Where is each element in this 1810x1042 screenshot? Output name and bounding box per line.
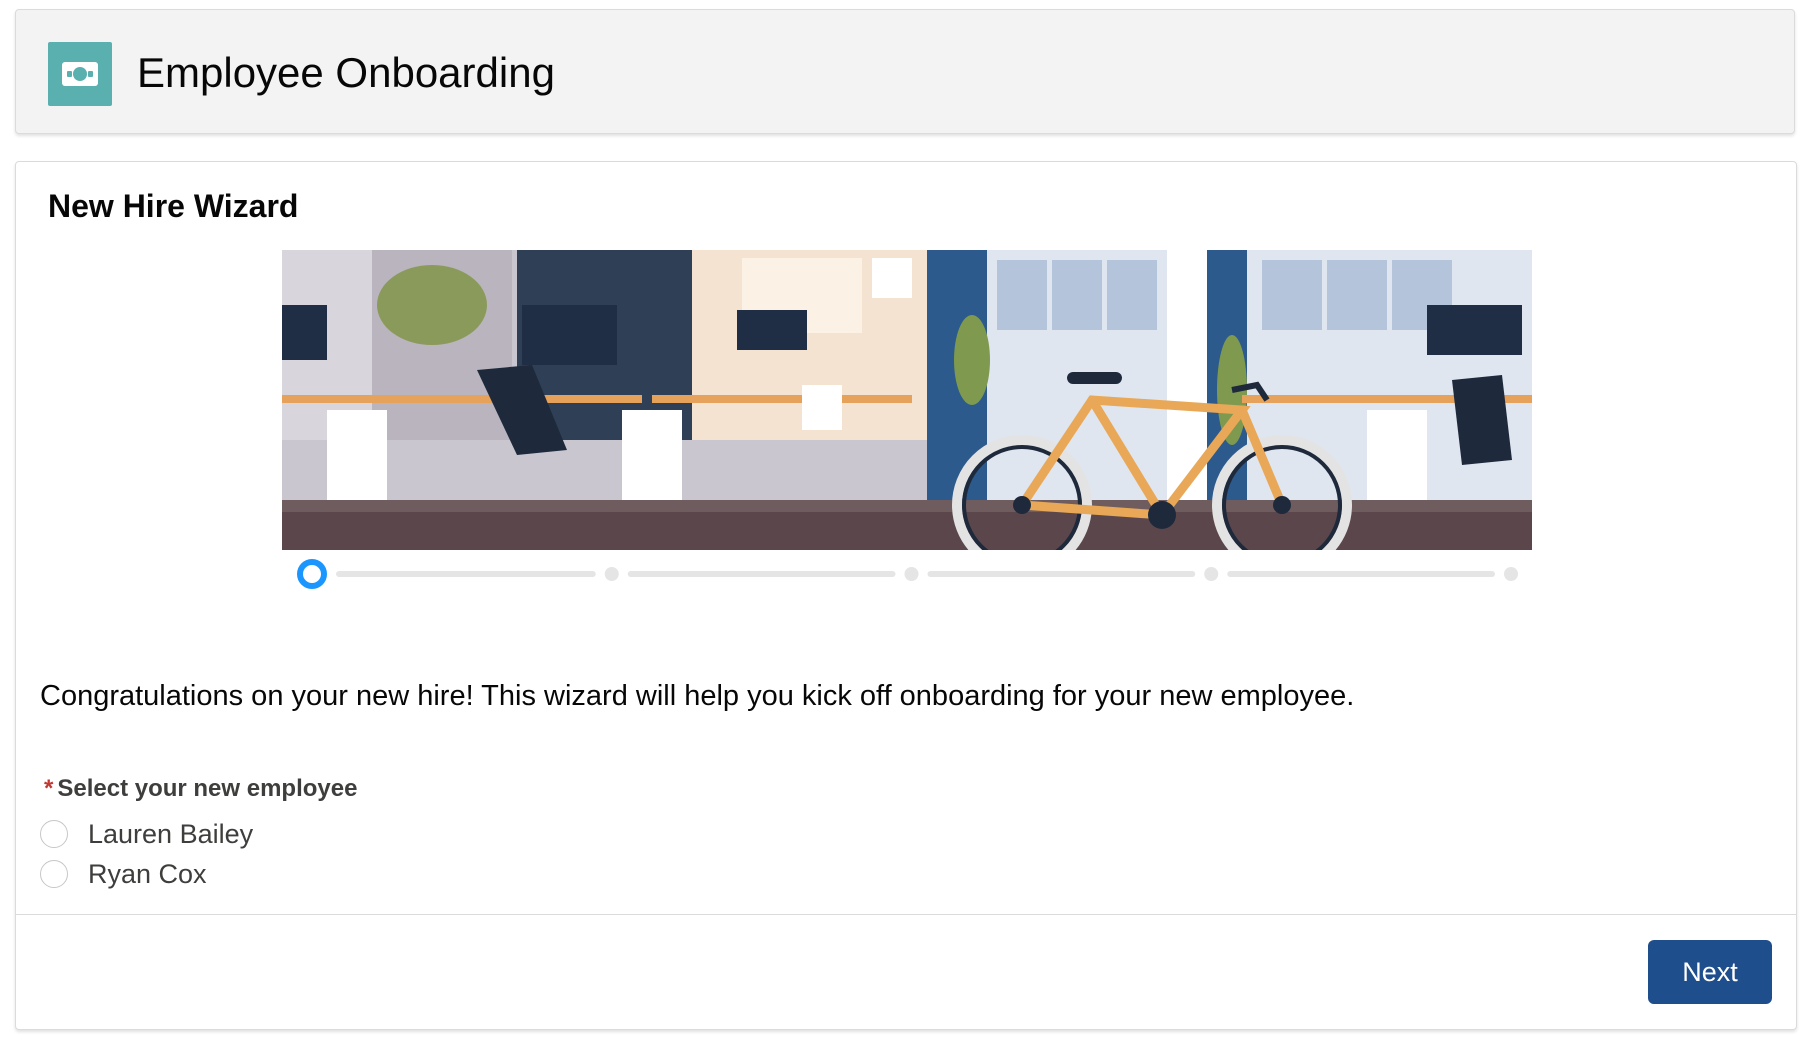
required-marker: *	[44, 775, 54, 802]
progress-track-segment	[1227, 571, 1495, 577]
radio-option-label: Ryan Cox	[88, 859, 207, 889]
progress-step	[904, 567, 919, 581]
wizard-card: New Hire Wizard Congratulations on your …	[15, 161, 1797, 1030]
progress-indicator	[296, 554, 1536, 594]
progress-track-segment	[927, 571, 1196, 577]
progress-step	[604, 567, 619, 581]
next-button[interactable]: Next	[1648, 940, 1772, 1004]
radio-option-ryan-cox[interactable]: Ryan Cox	[40, 856, 440, 896]
radio-option-label: Lauren Bailey	[88, 819, 254, 849]
progress-step	[1204, 567, 1219, 581]
employee-field-label-text: Select your new employee	[57, 775, 358, 802]
radio-button[interactable]	[40, 860, 68, 888]
app-title: Employee Onboarding	[137, 49, 555, 96]
progress-step-active	[297, 559, 327, 589]
intro-text: Congratulations on your new hire! This w…	[40, 680, 1355, 712]
office-illustration	[282, 250, 1532, 550]
progress-step	[1504, 567, 1518, 581]
radio-option-lauren-bailey[interactable]: Lauren Bailey	[40, 816, 440, 856]
progress-track-segment	[627, 571, 896, 577]
employee-field-label: * Select your new employee	[44, 774, 357, 804]
wizard-title: New Hire Wizard	[48, 188, 299, 224]
radio-button[interactable]	[40, 820, 68, 848]
money-icon	[48, 42, 112, 106]
footer-divider	[16, 914, 1796, 915]
progress-track-segment	[336, 571, 596, 577]
app-header: Employee Onboarding	[15, 9, 1795, 134]
